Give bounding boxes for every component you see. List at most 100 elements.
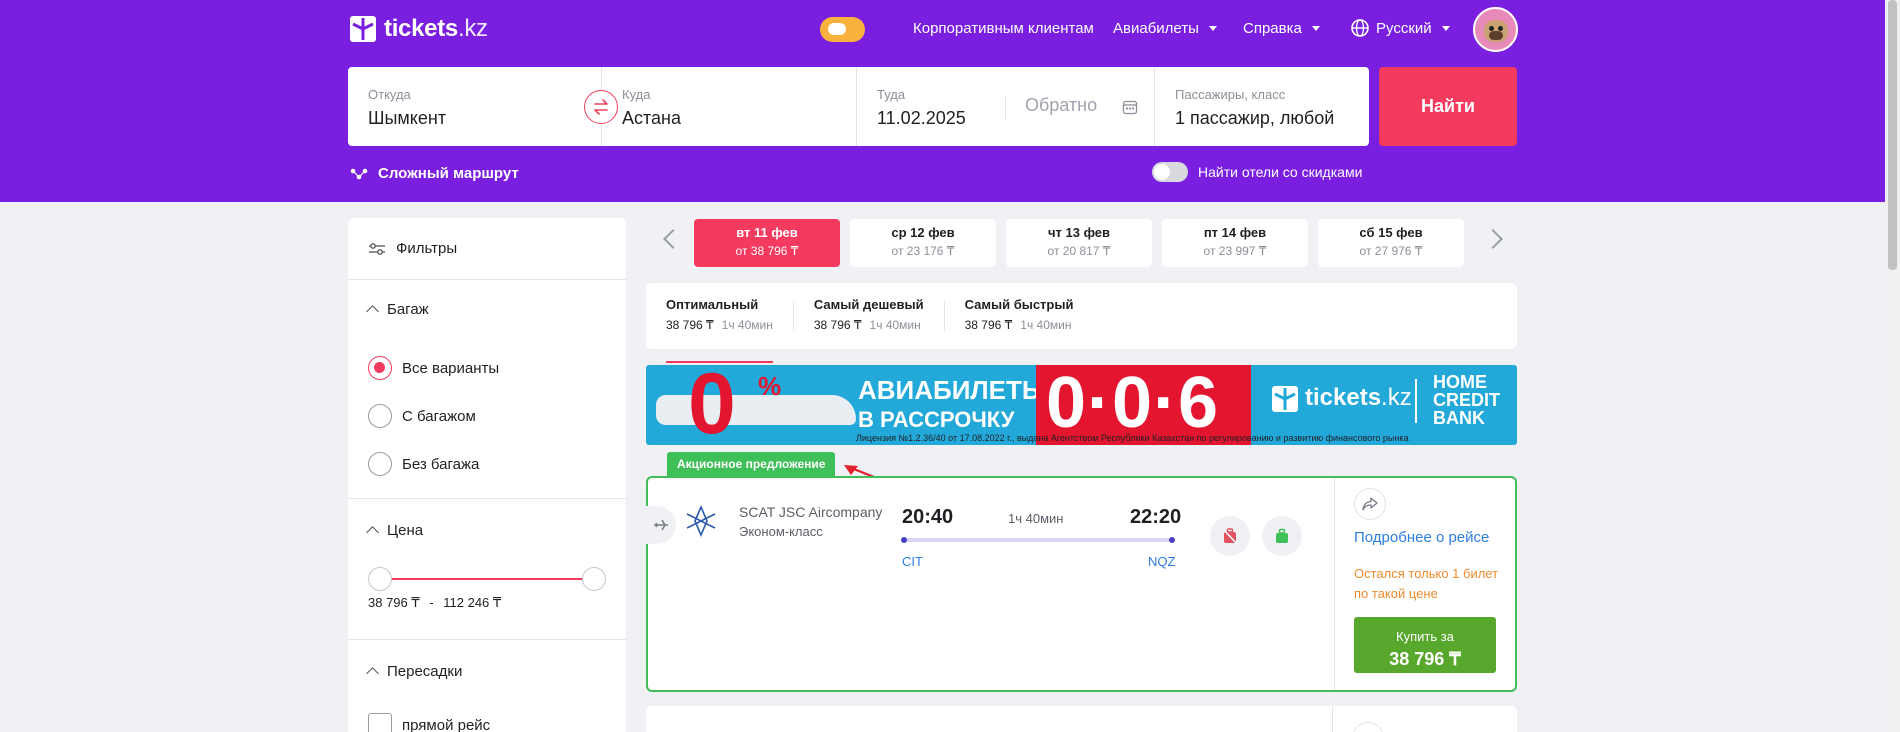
share-button[interactable] xyxy=(1352,722,1384,732)
chevron-up-icon xyxy=(366,304,379,318)
price-section-toggle[interactable]: Цена xyxy=(348,499,626,561)
sort-optimal[interactable]: Оптимальный 38 796 ₸ 1ч 40мин xyxy=(646,283,793,363)
baggage-option-label: Все варианты xyxy=(402,359,500,377)
sort-meta: 38 796 ₸ 1ч 40мин xyxy=(666,318,773,332)
radio[interactable] xyxy=(368,404,392,428)
passengers-field[interactable]: Пассажиры, класс 1 пассажир, любой xyxy=(1155,67,1369,146)
avatar-eye xyxy=(1498,26,1503,31)
depart-value: 11.02.2025 xyxy=(877,108,966,128)
date-card[interactable]: вт 11 фев от 38 796 ₸ xyxy=(694,219,840,267)
transfers-section-toggle[interactable]: Пересадки xyxy=(348,640,626,702)
caret-down-icon xyxy=(1441,25,1450,31)
arrival-airport-code[interactable]: NQZ xyxy=(1148,554,1175,569)
date-card[interactable]: чт 13 фев от 20 817 ₸ xyxy=(1006,219,1152,267)
date-day: ср 12 фев xyxy=(891,225,955,240)
date-price: от 23 997 ₸ xyxy=(1203,244,1267,258)
sort-price: 38 796 ₸ xyxy=(964,318,1013,332)
nav-corporate[interactable]: Корпоративным клиентам xyxy=(913,20,1094,37)
sort-fastest[interactable]: Самый быстрый 38 796 ₸ 1ч 40мин xyxy=(945,283,1094,349)
promo-badge: Акционное предложение xyxy=(667,452,836,476)
complex-route-link[interactable]: Сложный маршрут xyxy=(350,165,519,182)
price-slider-min-handle[interactable] xyxy=(368,567,392,591)
nav-avia[interactable]: Авиабилеты xyxy=(1113,20,1217,37)
price-title: Цена xyxy=(387,521,424,539)
passengers-label: Пассажиры, класс xyxy=(1175,87,1286,102)
tickets-logo-icon xyxy=(1272,386,1298,412)
baggage-option-all[interactable]: Все варианты xyxy=(348,344,626,392)
toggle-switch[interactable] xyxy=(1152,162,1188,182)
price-slider-max-handle[interactable] xyxy=(582,567,606,591)
logo-text: tickets.kz xyxy=(384,15,488,42)
field-divider xyxy=(1005,95,1006,121)
filters-header[interactable]: Фильтры xyxy=(348,218,626,280)
tickets-logo-icon xyxy=(350,16,376,42)
promo-banner[interactable]: 0 % АВИАБИЛЕТЫ В РАССРОЧКУ 0·0·6 tickets… xyxy=(646,365,1517,445)
sort-duration: 1ч 40мин xyxy=(721,318,773,332)
to-field[interactable]: Куда Астана xyxy=(602,67,857,146)
airplane-icon xyxy=(654,519,668,531)
avatar[interactable] xyxy=(1473,7,1518,52)
date-card[interactable]: сб 15 фев от 27 976 ₸ xyxy=(1318,219,1464,267)
baggage-option-label: Без багажа xyxy=(402,455,480,473)
nav-corporate-label: Корпоративным клиентам xyxy=(913,20,1094,37)
sort-meta: 38 796 ₸ 1ч 40мин xyxy=(965,318,1074,332)
cloud-icon xyxy=(828,23,846,35)
depart-date-field[interactable]: Туда 11.02.2025 xyxy=(857,67,1005,146)
find-button[interactable]: Найти xyxy=(1379,67,1517,146)
banner-divider xyxy=(1415,379,1417,423)
plane-icon xyxy=(646,506,676,544)
date-price: от 38 796 ₸ xyxy=(735,244,799,258)
weather-toggle[interactable] xyxy=(820,17,865,42)
to-value: Астана xyxy=(622,108,682,128)
filters-panel: Фильтры Багаж Все варианты С багажом Без… xyxy=(348,218,626,732)
return-date-field[interactable]: Обратно xyxy=(1005,67,1155,146)
complex-route-label: Сложный маршрут xyxy=(378,165,519,182)
price-min: 38 796 ₸ xyxy=(368,595,420,610)
banner-zero: 0 xyxy=(688,365,736,445)
from-field[interactable]: Откуда Шымкент xyxy=(348,67,602,146)
scrollbar-thumb[interactable] xyxy=(1888,0,1897,270)
sort-title: Самый быстрый xyxy=(964,297,1074,312)
flight-details-link[interactable]: Подробнее о рейсе xyxy=(1354,529,1489,546)
language-selector[interactable]: Русский xyxy=(1350,18,1450,38)
radio-selected[interactable] xyxy=(368,356,392,380)
route-nodes-icon xyxy=(350,168,368,179)
sort-cheapest[interactable]: Самый дешевый 38 796 ₸ 1ч 40мин xyxy=(794,283,944,349)
flight-duration: 1ч 40мин xyxy=(1008,511,1064,526)
hand-luggage-badge[interactable] xyxy=(1262,516,1302,556)
to-label: Куда xyxy=(622,87,651,102)
price-slider[interactable] xyxy=(368,565,606,593)
dates-prev-icon[interactable] xyxy=(663,229,683,249)
sort-price: 38 796 ₸ xyxy=(666,318,714,332)
next-flight-card[interactable] xyxy=(646,706,1517,732)
fare-class: Эконом-класс xyxy=(739,524,823,539)
price-separator: - xyxy=(429,595,434,610)
baggage-option-with[interactable]: С багажом xyxy=(348,392,626,440)
share-button[interactable] xyxy=(1354,488,1386,520)
price-range: 38 796 ₸ - 112 246 ₸ xyxy=(348,595,626,639)
dates-next-icon[interactable] xyxy=(1483,229,1503,249)
departure-airport-code[interactable]: CIT xyxy=(902,554,923,569)
hotels-toggle[interactable]: Найти отели со скидками xyxy=(1152,162,1362,182)
baggage-title: Багаж xyxy=(387,300,429,318)
date-card[interactable]: пт 14 фев от 23 997 ₸ xyxy=(1162,219,1308,267)
departure-time: 20:40 xyxy=(902,506,954,528)
buy-button[interactable]: Купить за 38 796 ₸ xyxy=(1354,617,1496,673)
flight-card[interactable]: SCAT JSC Aircompany Эконом-класс 20:40 1… xyxy=(646,476,1517,692)
logo[interactable]: tickets.kz xyxy=(348,14,488,44)
date-card[interactable]: ср 12 фев от 23 176 ₸ xyxy=(850,219,996,267)
no-baggage-badge[interactable] xyxy=(1210,516,1250,556)
radio[interactable] xyxy=(368,452,392,476)
transfer-option-label: прямой рейс xyxy=(402,716,491,732)
checkbox[interactable] xyxy=(368,713,392,732)
date-day: пт 14 фев xyxy=(1203,225,1267,240)
nav-help[interactable]: Справка xyxy=(1243,20,1320,37)
route-line xyxy=(901,537,1175,543)
baggage-section-toggle[interactable]: Багаж xyxy=(348,280,626,338)
page-scrollbar[interactable] xyxy=(1885,0,1900,732)
transfer-option-direct[interactable]: прямой рейс xyxy=(348,702,626,732)
airline-logo-icon xyxy=(686,504,716,538)
baggage-option-without[interactable]: Без багажа xyxy=(348,440,626,488)
swap-button[interactable] xyxy=(584,90,618,124)
hand-luggage-icon xyxy=(1276,528,1288,543)
